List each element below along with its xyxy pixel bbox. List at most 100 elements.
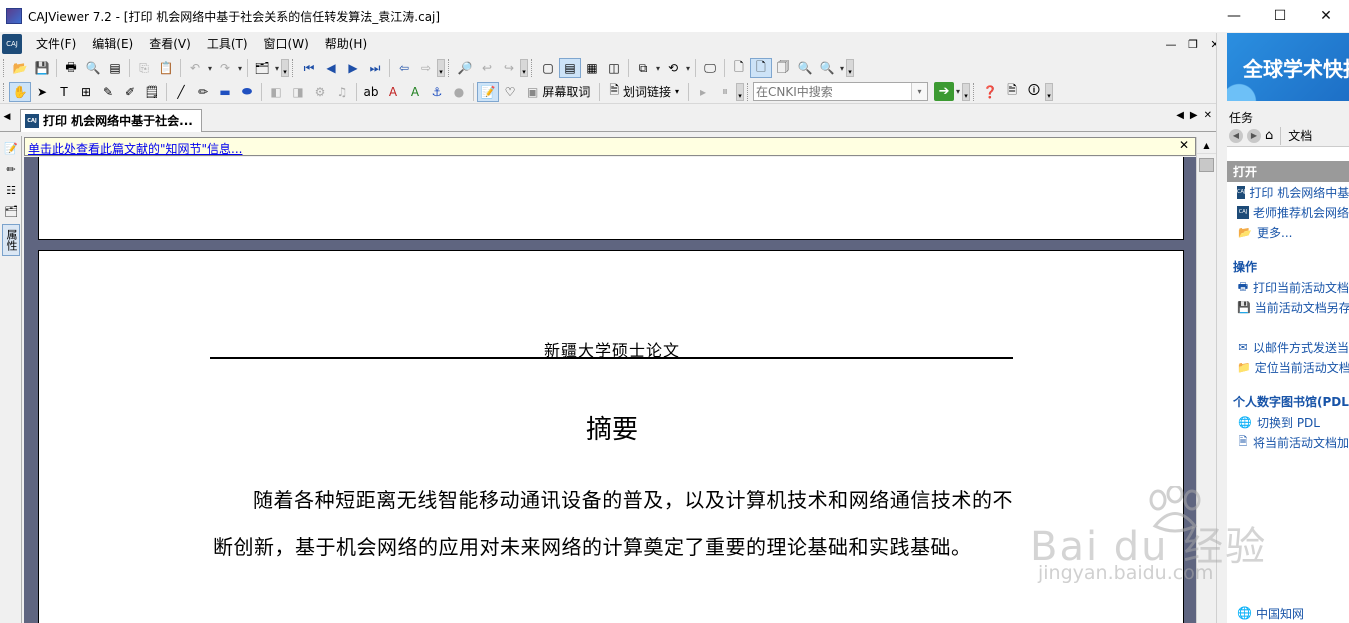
- toolbar-grip[interactable]: [973, 82, 976, 101]
- menu-edit[interactable]: 编辑(E): [84, 33, 141, 55]
- outline-panel-icon[interactable]: ☷: [2, 181, 20, 199]
- forward-icon[interactable]: ⇨: [415, 58, 437, 78]
- global-academic-banner[interactable]: 全球学术快报: [1227, 33, 1349, 101]
- nav-document-label[interactable]: 文档: [1288, 127, 1312, 144]
- toolbar-grip[interactable]: [3, 59, 6, 77]
- help-icon[interactable]: ❓: [979, 82, 1001, 102]
- pencil-tool-icon[interactable]: ✏: [192, 82, 214, 102]
- undo-dropdown-icon[interactable]: ▾: [206, 64, 214, 73]
- find-icon[interactable]: 🔎: [454, 58, 476, 78]
- redo-icon[interactable]: ↷: [214, 58, 236, 78]
- strikeout-icon[interactable]: A: [382, 82, 404, 102]
- open-more-item[interactable]: 📂 更多...: [1227, 222, 1349, 242]
- print-icon[interactable]: 🖶: [60, 58, 82, 78]
- cnki-search-input[interactable]: [756, 84, 907, 99]
- menu-file[interactable]: 文件(F): [28, 33, 84, 55]
- facing-pages-icon[interactable]: ▦: [581, 58, 603, 78]
- stamp-icon[interactable]: ●: [448, 82, 470, 102]
- open-recent-item-2[interactable]: CAJ 老师推荐机会网络: [1227, 202, 1349, 222]
- scroll-up-icon[interactable]: ▲: [1197, 137, 1216, 154]
- find-prev-icon[interactable]: ↩: [476, 58, 498, 78]
- search-go-button[interactable]: ➔: [934, 82, 955, 101]
- nav-back-icon[interactable]: ◀: [1229, 128, 1243, 143]
- zoom-in-icon[interactable]: 🔍: [816, 58, 838, 78]
- annotation-icon[interactable]: 📝: [477, 81, 499, 102]
- add-to-pdl-item[interactable]: 🗎 将当前活动文档加: [1227, 432, 1349, 452]
- knowledge-icon[interactable]: ◨: [287, 82, 309, 102]
- tab-scroll-left-icon[interactable]: ◀: [1176, 110, 1184, 121]
- tab-current-document[interactable]: CAJ 打印 机会网络中基于社会...: [20, 109, 202, 132]
- about-icon[interactable]: 🛈: [1023, 82, 1045, 102]
- ellipse-tool-icon[interactable]: ⬬: [236, 82, 258, 102]
- paste-icon[interactable]: 📋: [155, 58, 177, 78]
- text-select-icon[interactable]: T: [53, 82, 75, 102]
- toolbar-overflow-icon[interactable]: ▾: [1045, 82, 1054, 101]
- panel-splitter[interactable]: [1216, 33, 1226, 623]
- close-button[interactable]: ✕: [1303, 0, 1349, 32]
- open-recent-item-1[interactable]: CAJ 打印 机会网络中基: [1227, 182, 1349, 202]
- audio-icon[interactable]: ♫: [331, 82, 353, 102]
- toolbar-grip[interactable]: [747, 82, 750, 101]
- tab-prev-icon[interactable]: ◀: [0, 112, 14, 122]
- play-icon[interactable]: ▸: [692, 82, 714, 102]
- toolbar-overflow-icon[interactable]: ▾: [520, 59, 528, 77]
- infobar-close-icon[interactable]: ✕: [1179, 138, 1189, 152]
- document-view[interactable]: 新疆大学硕士论文 摘要 随着各种短距离无线智能移动通讯设备的普及，以及计算机技术…: [24, 157, 1196, 623]
- save-as-active-doc-item[interactable]: 💾 当前活动文档另存: [1227, 297, 1349, 317]
- settings-icon[interactable]: ⚙: [309, 82, 331, 102]
- rotate-dropdown-icon[interactable]: ▾: [684, 64, 692, 73]
- nav-home-icon[interactable]: ⌂: [1265, 128, 1273, 143]
- rectangle-tool-icon[interactable]: ▬: [214, 82, 236, 102]
- heart-icon[interactable]: ♡: [499, 82, 521, 102]
- menu-window[interactable]: 窗口(W): [256, 33, 317, 55]
- screen-select-button[interactable]: ▣ 屏幕取词: [521, 83, 596, 100]
- tab-scroll-right-icon[interactable]: ▶: [1190, 110, 1198, 121]
- scroll-thumb[interactable]: [1199, 158, 1214, 172]
- pen-panel-icon[interactable]: ✏: [2, 160, 20, 178]
- whats-this-icon[interactable]: 🗎: [1001, 82, 1023, 102]
- prev-page-icon[interactable]: ◀: [320, 58, 342, 78]
- maximize-button[interactable]: ☐: [1257, 0, 1303, 32]
- image-select-icon[interactable]: ⊞: [75, 82, 97, 102]
- cnki-logo-icon[interactable]: CAJ: [2, 34, 22, 54]
- note-tool-icon[interactable]: 🗒: [141, 82, 163, 102]
- locate-active-doc-item[interactable]: 📁 定位当前活动文档: [1227, 357, 1349, 377]
- nav-forward-icon[interactable]: ▶: [1247, 128, 1261, 143]
- layout-icon[interactable]: ⧉: [632, 58, 654, 78]
- pause-icon[interactable]: ⏸: [714, 82, 736, 102]
- search-go-dropdown-icon[interactable]: ▾: [954, 87, 962, 96]
- zoom-dropdown-icon[interactable]: ▾: [838, 64, 846, 73]
- menu-tools[interactable]: 工具(T): [199, 33, 256, 55]
- layout-dropdown-icon[interactable]: ▾: [654, 64, 662, 73]
- actual-size-icon[interactable]: 🗋: [728, 58, 750, 78]
- search-dropdown-icon[interactable]: ▾: [911, 83, 928, 100]
- properties-side-tab[interactable]: 属性: [2, 224, 20, 256]
- fit-page-icon[interactable]: 🗋: [750, 58, 772, 78]
- copy-icon[interactable]: ⎘: [133, 58, 155, 78]
- page-setup-icon[interactable]: ▤: [104, 58, 126, 78]
- properties-dropdown-icon[interactable]: ▾: [273, 64, 281, 73]
- switch-to-pdl-item[interactable]: 🌐 切换到 PDL: [1227, 412, 1349, 432]
- menu-help[interactable]: 帮助(H): [317, 33, 375, 55]
- vertical-scrollbar[interactable]: ▲: [1196, 137, 1216, 623]
- knowledge-node-link[interactable]: 单击此处查看此篇文献的"知网节"信息...: [28, 140, 242, 157]
- select-arrow-icon[interactable]: ➤: [31, 82, 53, 102]
- properties-icon[interactable]: 🗂: [251, 58, 273, 78]
- underline-icon[interactable]: A: [404, 82, 426, 102]
- annotation-panel-icon[interactable]: 📝: [2, 139, 20, 157]
- tab-close-icon[interactable]: ✕: [1204, 110, 1212, 121]
- undo-icon[interactable]: ↶: [184, 58, 206, 78]
- zoom-out-icon[interactable]: 🔍: [794, 58, 816, 78]
- back-icon[interactable]: ⇦: [393, 58, 415, 78]
- bookmark-anchor-icon[interactable]: ⚓: [426, 82, 448, 102]
- minimize-button[interactable]: —: [1211, 0, 1257, 32]
- fit-width-icon[interactable]: 🗍: [772, 58, 794, 78]
- single-page-icon[interactable]: ▢: [537, 58, 559, 78]
- save-icon[interactable]: 💾: [31, 58, 53, 78]
- text-highlight-icon[interactable]: ab: [360, 82, 382, 102]
- hand-tool-icon[interactable]: ✋: [9, 81, 31, 102]
- cnki-home-item[interactable]: 🌐 中国知网: [1227, 603, 1304, 623]
- last-page-icon[interactable]: ⏭: [364, 58, 386, 78]
- redo-dropdown-icon[interactable]: ▾: [236, 64, 244, 73]
- print-preview-icon[interactable]: 🔍: [82, 58, 104, 78]
